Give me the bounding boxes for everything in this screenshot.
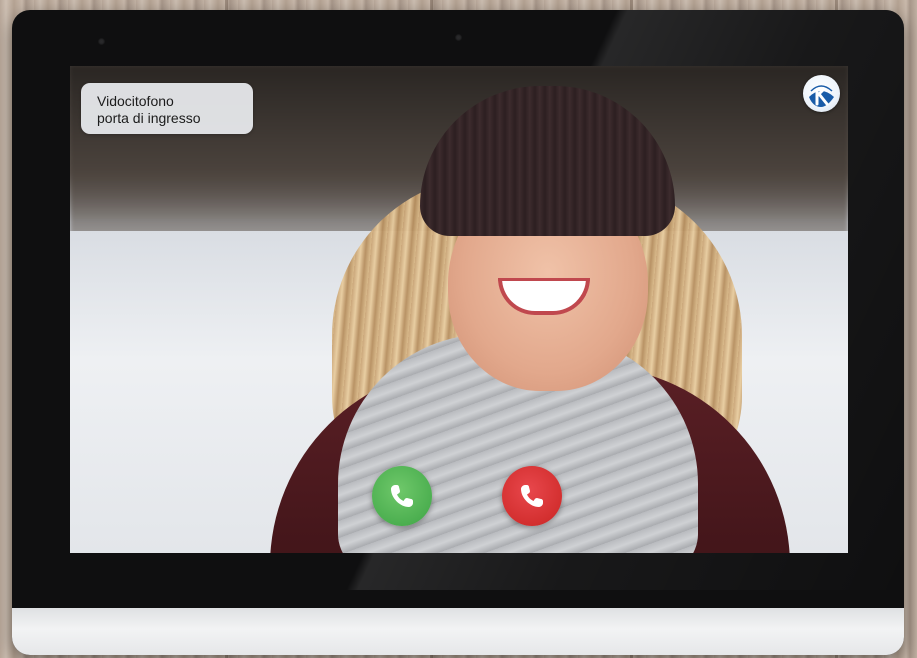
device-bottom-panel — [12, 608, 904, 655]
caller-label-line2: porta di ingresso — [97, 110, 201, 126]
video-intercom-device: Vidocitofono porta di ingresso — [12, 10, 904, 655]
sensor-dot — [455, 34, 462, 41]
phone-answer-icon — [391, 485, 413, 507]
answer-call-button[interactable] — [372, 466, 432, 526]
caller-label: Vidocitofono porta di ingresso — [81, 83, 253, 134]
decline-call-button[interactable] — [502, 466, 562, 526]
front-camera — [98, 38, 105, 45]
brand-logo — [803, 75, 840, 112]
phone-hangup-icon — [521, 485, 543, 507]
brand-logo-icon — [809, 85, 834, 107]
caller-label-line1: Vidocitofono — [97, 93, 174, 109]
intercom-screen: Vidocitofono porta di ingresso — [70, 66, 848, 553]
